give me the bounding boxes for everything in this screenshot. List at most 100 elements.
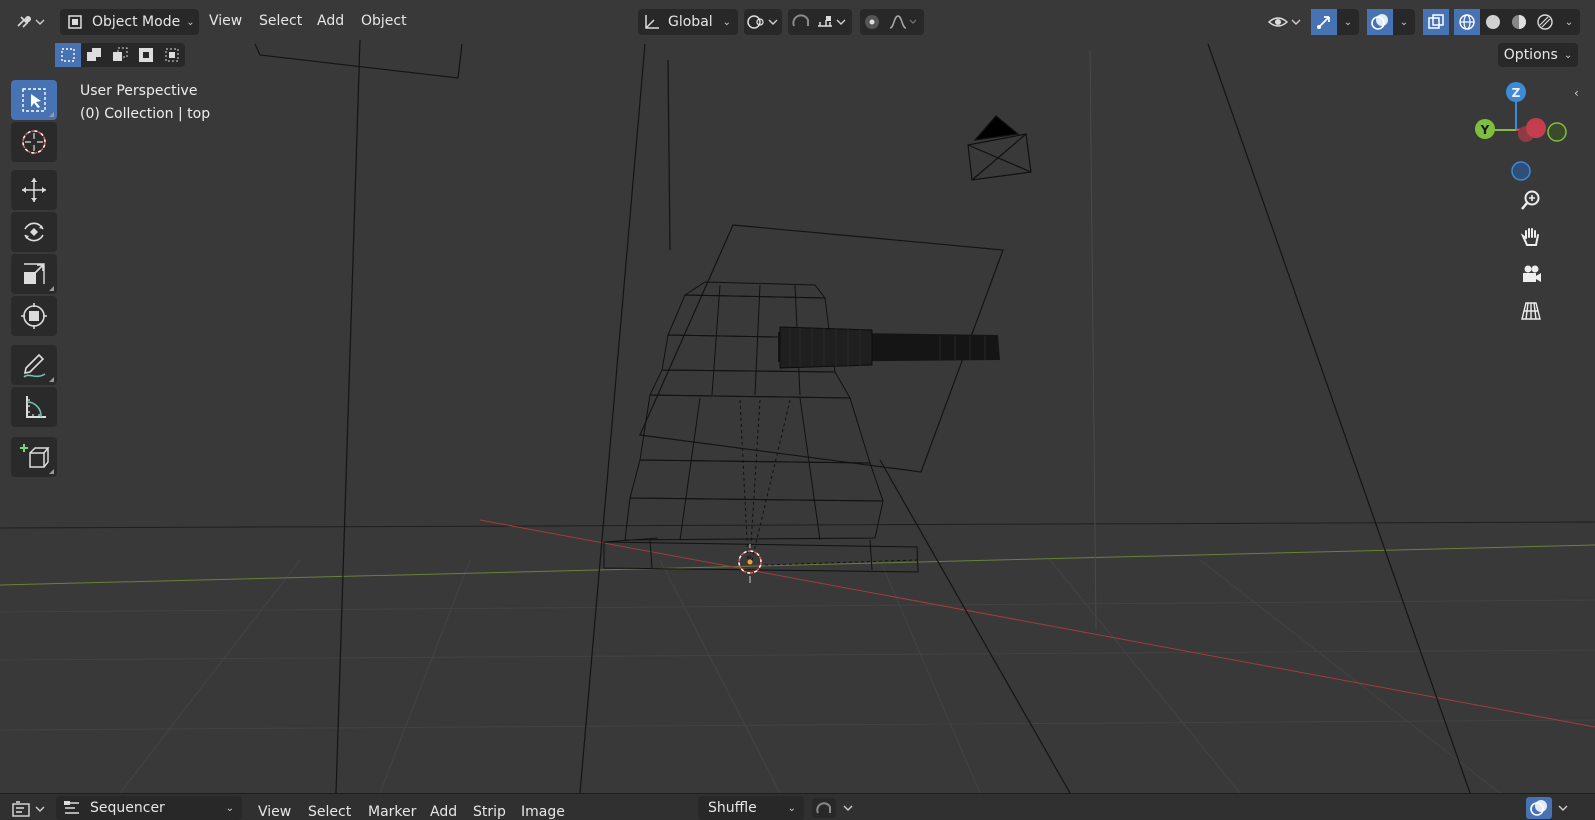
tool-rotate[interactable] bbox=[11, 212, 57, 252]
editor-type-button[interactable] bbox=[12, 9, 48, 35]
menu-object[interactable]: Object bbox=[361, 13, 407, 29]
menu-view[interactable]: View bbox=[209, 13, 242, 29]
shading-material-button[interactable] bbox=[1506, 9, 1532, 35]
select-extend-button[interactable] bbox=[81, 43, 107, 67]
navigation-gizmo[interactable]: Y Z bbox=[1460, 78, 1572, 188]
chevron-down-icon: ⌄ bbox=[186, 16, 195, 28]
sequencer-editor-type-button[interactable] bbox=[10, 797, 50, 819]
select-subtract-button[interactable] bbox=[107, 43, 133, 67]
overlay-toggle-icon bbox=[1526, 797, 1568, 819]
camera-view-button[interactable] bbox=[1516, 259, 1546, 289]
shading-rendered-button[interactable] bbox=[1532, 9, 1558, 35]
tool-variant-indicator bbox=[49, 112, 54, 117]
gizmo-toggle-button[interactable] bbox=[1311, 9, 1337, 35]
sequencer-overlay-toggle[interactable] bbox=[1526, 796, 1574, 820]
sequencer-view-type-dropdown[interactable]: Sequencer ⌄ bbox=[56, 796, 242, 820]
pivot-point-dropdown[interactable] bbox=[744, 9, 782, 35]
turret-mesh[interactable] bbox=[603, 281, 919, 573]
shading-dropdown-button[interactable]: ⌄ bbox=[1558, 9, 1580, 35]
chevron-down-icon: ⌄ bbox=[1564, 16, 1574, 28]
gizmo-toggle-group: ⌄ bbox=[1311, 9, 1359, 35]
pivot-point-icon bbox=[747, 15, 778, 29]
select-invert-button[interactable] bbox=[133, 43, 159, 67]
tool-scale[interactable] bbox=[11, 254, 57, 294]
snap-icon bbox=[812, 798, 853, 818]
orientation-label: Global bbox=[668, 14, 713, 30]
3d-viewport[interactable]: Object Mode ⌄ View Select Add Object Glo… bbox=[0, 0, 1595, 793]
camera-icon bbox=[1523, 265, 1541, 282]
hand-icon bbox=[1520, 228, 1539, 246]
options-dropdown[interactable]: Options ⌄ bbox=[1498, 43, 1578, 67]
zoom-button[interactable] bbox=[1516, 185, 1546, 215]
horizon-line bbox=[0, 521, 1595, 529]
footer-menu-image[interactable]: Image bbox=[521, 804, 565, 820]
overlay-toggle-group: ⌄ bbox=[1367, 9, 1415, 35]
view-name-label: User Perspective bbox=[80, 83, 198, 99]
tool-transform[interactable] bbox=[11, 296, 57, 336]
gizmo-dropdown-button[interactable]: ⌄ bbox=[1337, 9, 1359, 35]
menu-select[interactable]: Select bbox=[259, 13, 302, 29]
footer-menu-select[interactable]: Select bbox=[308, 804, 351, 820]
pan-button[interactable] bbox=[1516, 222, 1546, 252]
footer-menu-view[interactable]: View bbox=[258, 804, 291, 820]
collection-label: (0) Collection | top bbox=[80, 106, 211, 122]
tool-move[interactable] bbox=[11, 170, 57, 210]
transform-icon bbox=[21, 303, 47, 329]
y-axis-label: Y bbox=[1480, 123, 1490, 137]
footer-menu-add[interactable]: Add bbox=[430, 804, 457, 820]
sequencer-snap-toggle[interactable] bbox=[812, 796, 860, 820]
object-visibility-dropdown[interactable] bbox=[1266, 9, 1304, 35]
overlay-toggle-button[interactable] bbox=[1367, 9, 1393, 35]
wireframe-shading-icon bbox=[1459, 14, 1475, 30]
annotate-icon bbox=[23, 353, 46, 378]
sidebar-toggle-icon[interactable]: ‹ bbox=[1574, 86, 1579, 100]
solid-shading-icon bbox=[1486, 15, 1500, 29]
shading-solid-button[interactable] bbox=[1480, 9, 1506, 35]
tool-measure[interactable] bbox=[11, 387, 57, 427]
visibility-icon bbox=[1267, 17, 1301, 27]
rendered-shading-icon bbox=[1537, 14, 1553, 30]
mode-label: Object Mode bbox=[92, 14, 181, 30]
camera-object[interactable] bbox=[967, 115, 1032, 181]
footer-menu-marker[interactable]: Marker bbox=[368, 804, 416, 820]
turret-barrel[interactable] bbox=[778, 326, 1000, 369]
proportional-editing-toggle[interactable] bbox=[860, 9, 924, 35]
xray-icon bbox=[1428, 14, 1444, 29]
tool-annotate[interactable] bbox=[11, 345, 57, 385]
shading-wireframe-button[interactable] bbox=[1454, 9, 1480, 35]
select-new-button[interactable] bbox=[55, 43, 81, 67]
xray-toggle-button[interactable] bbox=[1423, 9, 1449, 35]
footer-menu-strip[interactable]: Strip bbox=[473, 804, 506, 820]
overlay-toggle-icon bbox=[1371, 14, 1388, 30]
xray-toggle bbox=[1423, 9, 1449, 35]
x-axis-handle[interactable] bbox=[1526, 118, 1546, 138]
snap-dropdown[interactable] bbox=[788, 9, 852, 35]
overlay-dropdown-button[interactable]: ⌄ bbox=[1393, 9, 1415, 35]
shuffle-dropdown[interactable]: Shuffle ⌄ bbox=[698, 796, 804, 820]
select-intersect-icon bbox=[165, 48, 179, 62]
rotate-icon bbox=[24, 222, 44, 242]
toolbar-group-annotate bbox=[11, 345, 59, 429]
tool-select-box[interactable] bbox=[11, 80, 57, 120]
scene-canvas[interactable] bbox=[0, 0, 1595, 793]
menu-add[interactable]: Add bbox=[317, 13, 344, 29]
mode-dropdown[interactable]: Object Mode ⌄ bbox=[60, 9, 199, 35]
move-icon bbox=[22, 178, 46, 202]
x-axis-line bbox=[479, 519, 1595, 728]
negative-y-handle[interactable] bbox=[1547, 122, 1567, 142]
chevron-down-icon: ⌄ bbox=[722, 16, 732, 28]
shading-mode-group: ⌄ bbox=[1454, 9, 1580, 35]
proportional-editing-icon bbox=[865, 15, 917, 29]
tool-cursor[interactable] bbox=[11, 122, 57, 162]
3d-cursor[interactable] bbox=[738, 544, 762, 583]
toolbar-group-add bbox=[11, 437, 59, 479]
select-intersect-button[interactable] bbox=[159, 43, 185, 67]
negative-z-handle[interactable] bbox=[1511, 161, 1531, 181]
perspective-toggle-button[interactable] bbox=[1516, 296, 1546, 326]
tool-add-cube[interactable] bbox=[11, 437, 57, 477]
grid-perspective-icon bbox=[1521, 302, 1541, 320]
chevron-down-icon: ⌄ bbox=[787, 802, 796, 814]
frustum-lines bbox=[254, 39, 1471, 793]
sequencer-label: Sequencer bbox=[90, 800, 165, 816]
transform-orientation-dropdown[interactable]: Global ⌄ bbox=[638, 9, 738, 35]
